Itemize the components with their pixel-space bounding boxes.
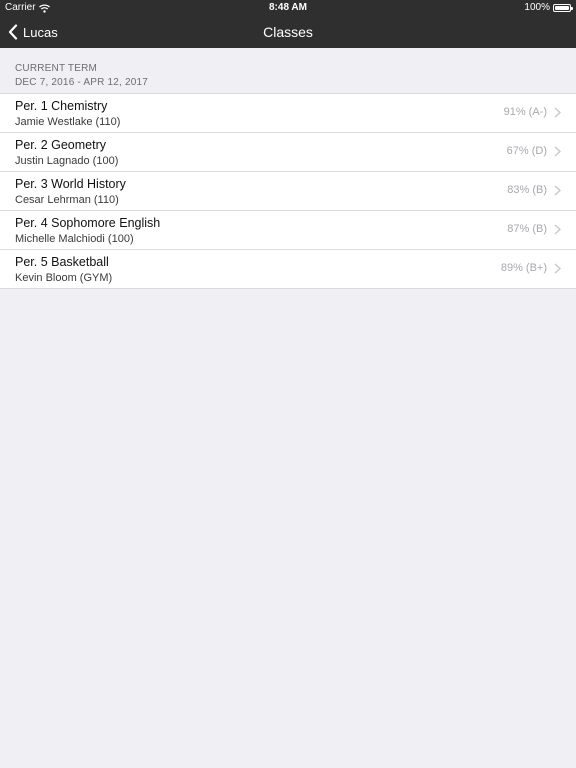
battery-percent: 100%: [524, 2, 550, 13]
status-time: 8:48 AM: [269, 2, 307, 13]
class-name: Per. 4 Sophomore English: [15, 216, 161, 230]
teacher-name: Michelle Malchiodi (100): [15, 233, 134, 245]
class-grade: 67% (D): [506, 145, 547, 157]
class-grade: 91% (A-): [503, 106, 547, 118]
class-row[interactable]: Per. 2 Geometry Justin Lagnado (100) 67%…: [0, 133, 576, 172]
class-row[interactable]: Per. 3 World History Cesar Lehrman (110)…: [0, 172, 576, 211]
class-list: Per. 1 Chemistry Jamie Westlake (110) 91…: [0, 93, 576, 289]
class-grade: 89% (B+): [500, 262, 547, 274]
teacher-name: Cesar Lehrman (110): [15, 194, 119, 206]
class-grade: 87% (B): [507, 223, 547, 235]
chevron-right-icon: [554, 107, 561, 118]
teacher-name: Kevin Bloom (GYM): [15, 272, 113, 284]
battery-icon: [553, 4, 573, 12]
term-header: CURRENT TERM DEC 7, 2016 - APR 12, 2017: [15, 62, 148, 90]
class-row[interactable]: Per. 4 Sophomore English Michelle Malchi…: [0, 211, 576, 250]
chevron-right-icon: [554, 185, 561, 196]
teacher-name: Jamie Westlake (110): [15, 116, 121, 128]
class-row[interactable]: Per. 1 Chemistry Jamie Westlake (110) 91…: [0, 94, 576, 133]
term-dates: DEC 7, 2016 - APR 12, 2017: [15, 77, 149, 88]
navigation-bar: Lucas Classes: [0, 16, 576, 48]
chevron-right-icon: [554, 146, 561, 157]
class-name: Per. 1 Chemistry: [15, 99, 108, 113]
page-title: Classes: [263, 24, 313, 40]
chevron-right-icon: [554, 224, 561, 235]
top-bar: Carrier 8:48 AM 100% Lucas Classes: [0, 0, 576, 48]
status-right: 100%: [524, 0, 573, 16]
class-grade: 83% (B): [507, 184, 547, 196]
term-label: CURRENT TERM: [15, 63, 98, 74]
chevron-right-icon: [554, 263, 561, 274]
teacher-name: Justin Lagnado (100): [15, 155, 119, 167]
class-name: Per. 5 Basketball: [15, 255, 109, 269]
class-row[interactable]: Per. 5 Basketball Kevin Bloom (GYM) 89% …: [0, 250, 576, 288]
class-name: Per. 2 Geometry: [15, 138, 107, 152]
status-bar: Carrier 8:48 AM 100%: [0, 0, 576, 16]
class-name: Per. 3 World History: [15, 177, 126, 191]
